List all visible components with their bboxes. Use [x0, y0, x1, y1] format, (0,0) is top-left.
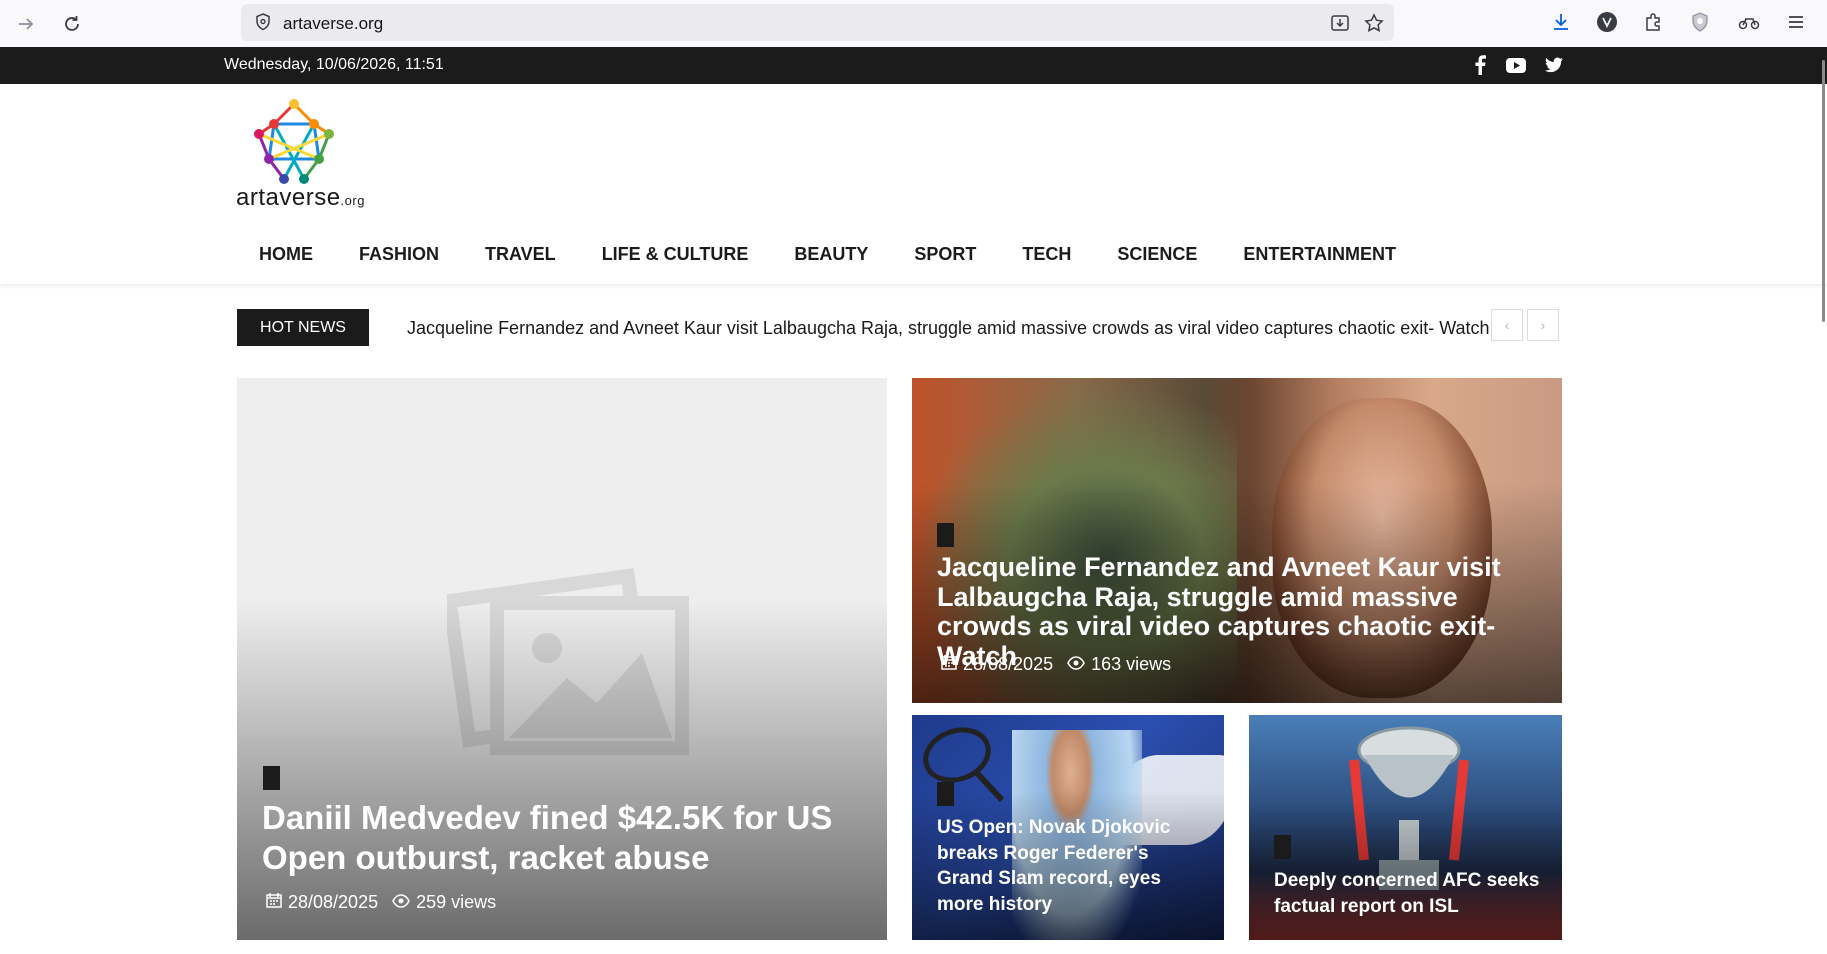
- article-views: 163 views: [1091, 654, 1172, 674]
- featured-article-main[interactable]: Daniil Medvedev fined $42.5K for US Open…: [237, 378, 887, 940]
- nav-sport[interactable]: SPORT: [891, 234, 999, 274]
- downloads-icon[interactable]: [1548, 9, 1574, 35]
- category-tag[interactable]: [937, 782, 954, 806]
- nav-life-culture[interactable]: LIFE & CULTURE: [579, 234, 772, 274]
- youtube-icon[interactable]: [1505, 54, 1527, 76]
- top-bar: Wednesday, 10/06/2026, 11:51: [0, 47, 1827, 84]
- browser-toolbar: artaverse.org: [0, 0, 1827, 47]
- address-bar[interactable]: artaverse.org: [241, 4, 1394, 41]
- category-tag[interactable]: [1274, 835, 1291, 859]
- nav-fashion[interactable]: FASHION: [336, 234, 462, 274]
- install-icon[interactable]: [1329, 12, 1351, 34]
- article-title[interactable]: US Open: Novak Djokovic breaks Roger Fed…: [937, 815, 1192, 918]
- eye-icon: [1067, 654, 1085, 675]
- calendar-icon: [941, 654, 957, 675]
- url-text: artaverse.org: [283, 14, 384, 33]
- category-tag[interactable]: [263, 766, 280, 790]
- shield-icon: [253, 12, 273, 32]
- article-title[interactable]: Daniil Medvedev fined $42.5K for US Open…: [262, 798, 862, 877]
- eye-icon: [392, 892, 410, 913]
- ticker-prev-button[interactable]: ‹: [1491, 309, 1523, 341]
- article-date: 28/08/2025: [288, 892, 379, 912]
- calendar-icon: [266, 892, 282, 913]
- featured-article-top-right[interactable]: Jacqueline Fernandez and Avneet Kaur vis…: [912, 378, 1562, 703]
- bookmark-star-icon[interactable]: [1363, 12, 1385, 34]
- current-datetime: Wednesday, 10/06/2026, 11:51: [224, 56, 444, 73]
- ticker-next-button[interactable]: ›: [1527, 309, 1559, 341]
- logo-suffix: .org: [340, 193, 365, 208]
- facebook-icon[interactable]: [1469, 54, 1491, 76]
- site-header: artaverse.org HOME FASHION TRAVEL LIFE &…: [0, 84, 1827, 284]
- article-bottom-right[interactable]: Deeply concerned AFC seeks factual repor…: [1249, 715, 1562, 940]
- privacy-shield-icon[interactable]: [1687, 9, 1713, 35]
- card-gradient: [237, 600, 887, 940]
- nav-entertainment[interactable]: ENTERTAINMENT: [1220, 234, 1419, 274]
- article-date: 28/08/2025: [963, 654, 1054, 674]
- nav-travel[interactable]: TRAVEL: [462, 234, 579, 274]
- nav-beauty[interactable]: BEAUTY: [771, 234, 891, 274]
- extension-v-icon[interactable]: [1594, 9, 1620, 35]
- article-views: 259 views: [416, 892, 497, 912]
- forward-arrow-icon[interactable]: [10, 8, 42, 40]
- logo-wordmark: artaverse.org: [236, 184, 365, 212]
- logo-name: artaverse: [236, 184, 341, 211]
- menu-icon[interactable]: [1783, 9, 1809, 35]
- twitter-icon[interactable]: [1543, 54, 1565, 76]
- main-nav: HOME FASHION TRAVEL LIFE & CULTURE BEAUT…: [236, 234, 1419, 274]
- nav-home[interactable]: HOME: [236, 234, 336, 274]
- account-icon[interactable]: [1736, 9, 1762, 35]
- hot-news-headline[interactable]: Jacqueline Fernandez and Avneet Kaur vis…: [407, 318, 1490, 339]
- article-title[interactable]: Deeply concerned AFC seeks factual repor…: [1274, 868, 1549, 919]
- nav-tech[interactable]: TECH: [999, 234, 1094, 274]
- hot-news-label: HOT NEWS: [237, 309, 369, 346]
- page-scrollbar[interactable]: [1822, 60, 1825, 322]
- article-meta: 28/08/2025 259 views: [266, 892, 496, 913]
- category-tag[interactable]: [937, 523, 954, 547]
- reload-icon[interactable]: [56, 8, 88, 40]
- article-meta: 28/08/2025 163 views: [941, 654, 1171, 675]
- article-bottom-left[interactable]: US Open: Novak Djokovic breaks Roger Fed…: [912, 715, 1224, 940]
- extensions-puzzle-icon[interactable]: [1640, 9, 1666, 35]
- nav-science[interactable]: SCIENCE: [1094, 234, 1220, 274]
